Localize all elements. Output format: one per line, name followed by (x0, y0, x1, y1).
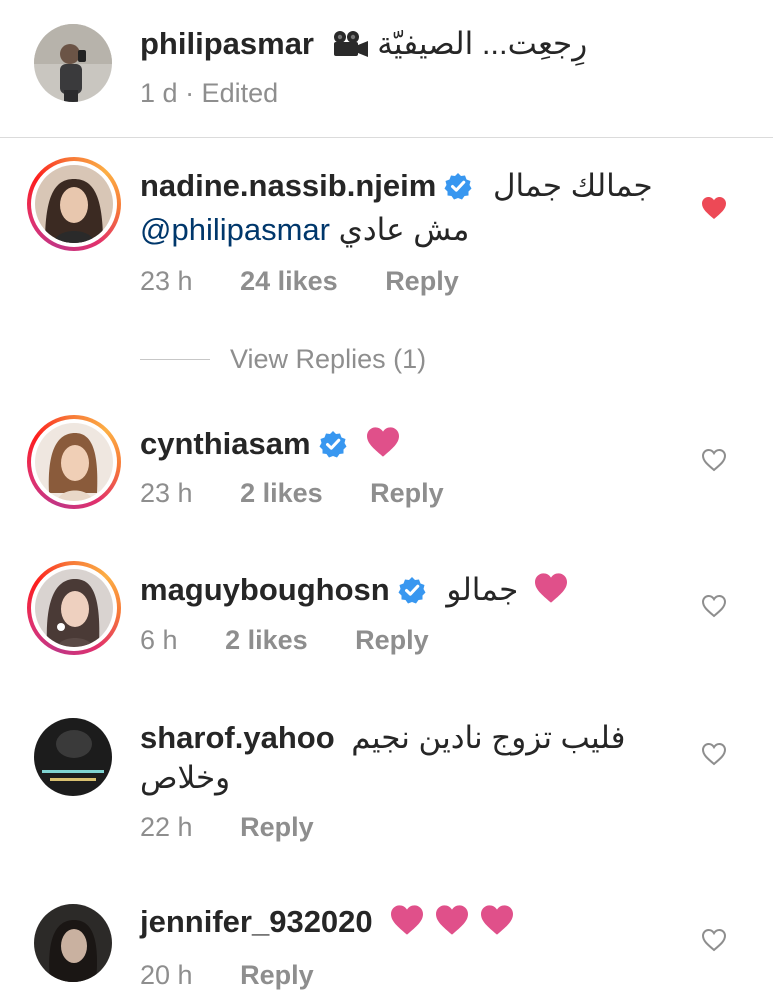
avatar[interactable] (34, 718, 112, 796)
reply-button[interactable]: Reply (355, 623, 429, 657)
username[interactable]: nadine.nassib.njeim (140, 168, 436, 203)
comment-text-2: وخلاص (140, 760, 231, 795)
heart-emoji-icon (479, 904, 515, 946)
comment-meta: 23 h 24 likes Reply (140, 264, 459, 298)
comment-line: sharof.yahoo فليب تزوج نادين نجيم (140, 718, 625, 758)
mention-link[interactable]: @philipasmar (140, 212, 330, 247)
reply-button[interactable]: Reply (240, 810, 314, 844)
username[interactable]: jennifer_932020 (140, 904, 373, 939)
avatar[interactable] (35, 569, 113, 647)
comment: sharof.yahoo فليب تزوج نادين نجيم وخلاص … (0, 706, 773, 876)
heart-outline-icon[interactable] (701, 928, 727, 952)
avatar[interactable] (35, 165, 113, 243)
likes-count[interactable]: 2 likes (225, 623, 308, 657)
heart-outline-icon[interactable] (701, 594, 727, 618)
reply-button[interactable]: Reply (240, 958, 314, 992)
username[interactable]: sharof.yahoo (140, 720, 335, 755)
timestamp: 1 d (140, 78, 178, 108)
story-ring[interactable] (27, 157, 121, 251)
story-ring[interactable] (27, 415, 121, 509)
reply-button[interactable]: Reply (385, 264, 459, 298)
timestamp: 22 h (140, 812, 193, 842)
comment: maguyboughosn جمالو 6 h 2 likes Reply (0, 558, 773, 688)
comment: nadine.nassib.njeim جمالك جمال @philipas… (0, 138, 773, 338)
comment-line: jennifer_932020 (140, 902, 515, 946)
edited-label: · Edited (185, 78, 279, 108)
comment-text: فليب تزوج نادين نجيم (351, 720, 626, 755)
heart-outline-icon[interactable] (701, 448, 727, 472)
comment-meta: 6 h 2 likes Reply (140, 623, 429, 657)
avatar[interactable] (35, 423, 113, 501)
likes-count[interactable]: 24 likes (240, 264, 338, 298)
comment-line: nadine.nassib.njeim جمالك جمال (140, 166, 653, 210)
heart-emoji-icon (434, 904, 470, 946)
verified-badge-icon (319, 428, 347, 468)
caption-meta: 1 d · Edited (140, 76, 278, 110)
username[interactable]: philipasmar (140, 26, 314, 61)
comment-meta: 22 h Reply (140, 810, 314, 844)
divider (140, 359, 210, 360)
reply-button[interactable]: Reply (370, 476, 444, 510)
heart-emoji-icon (533, 572, 569, 614)
caption-line: philipasmar رِجعِت... الصيفيّة (140, 24, 587, 68)
comment: cynthiasam 23 h 2 likes Reply (0, 410, 773, 540)
comment-text: جمالو (446, 572, 519, 607)
verified-badge-icon (398, 574, 426, 614)
liked-heart-icon[interactable] (701, 196, 727, 220)
likes-count[interactable]: 2 likes (240, 476, 323, 510)
view-replies-label[interactable]: View Replies (1) (230, 342, 426, 376)
heart-emoji-icon (389, 904, 425, 946)
comment-meta: 23 h 2 likes Reply (140, 476, 444, 510)
avatar[interactable] (34, 24, 112, 102)
caption-text: رِجعِت... الصيفيّة (377, 26, 588, 61)
timestamp: 23 h (140, 266, 193, 296)
comment-line: cynthiasam (140, 424, 401, 468)
username[interactable]: cynthiasam (140, 426, 311, 461)
verified-badge-icon (444, 170, 472, 210)
timestamp: 23 h (140, 478, 193, 508)
heart-emoji-icon (365, 426, 401, 468)
comment-line-2: @philipasmar مش عادي (140, 210, 469, 250)
post-caption: philipasmar رِجعِت... الصيفيّة 1 d · Edi… (0, 0, 773, 138)
comment-text-2: مش عادي (338, 212, 470, 247)
timestamp: 20 h (140, 960, 193, 990)
comment-meta: 20 h Reply (140, 958, 314, 992)
video-camera-icon (331, 28, 369, 68)
comment-line: maguyboughosn جمالو (140, 570, 569, 614)
heart-outline-icon[interactable] (701, 742, 727, 766)
comment: jennifer_932020 20 h Reply (0, 894, 773, 1000)
username[interactable]: maguyboughosn (140, 572, 390, 607)
avatar[interactable] (34, 904, 112, 982)
story-ring[interactable] (27, 561, 121, 655)
timestamp: 6 h (140, 625, 178, 655)
comment-text: جمالك جمال (492, 168, 653, 203)
comment-line-2: وخلاص (140, 758, 230, 798)
